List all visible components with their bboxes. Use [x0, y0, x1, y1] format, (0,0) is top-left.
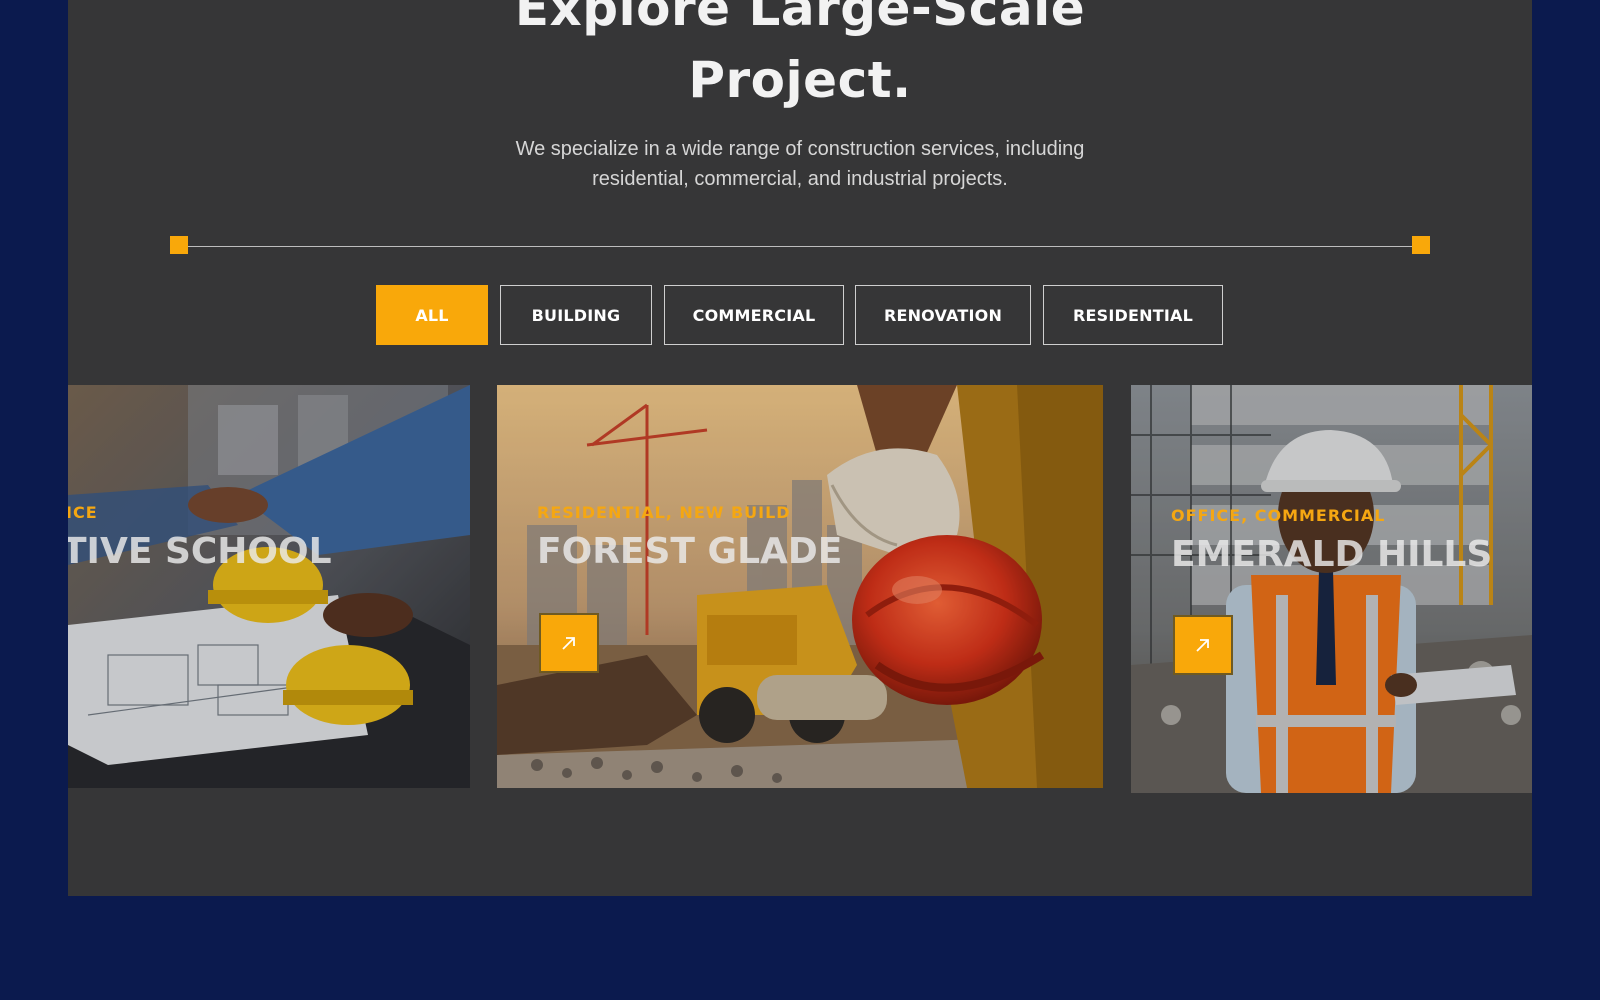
- section-subtitle: We specialize in a wide range of constru…: [68, 134, 1532, 194]
- project-category: OFFICE, COMMERCIAL: [1171, 506, 1386, 525]
- subtitle-line-2: residential, commercial, and industrial …: [592, 168, 1008, 190]
- filter-residential[interactable]: RESIDENTIAL: [1043, 285, 1223, 345]
- divider-line: [178, 246, 1422, 247]
- project-title: EMERALD HILLS: [1171, 534, 1493, 575]
- filter-all[interactable]: ALL: [376, 285, 488, 345]
- project-category: RESIDENTIAL, NEW BUILD: [537, 503, 791, 522]
- filter-renovation[interactable]: RENOVATION: [855, 285, 1031, 345]
- arrow-up-right-icon: [562, 637, 575, 650]
- projects-section: Explore Large-Scale Project. We speciali…: [68, 0, 1532, 896]
- divider-square-left: [170, 236, 188, 254]
- headline-line-1: Explore Large-Scale: [514, 0, 1086, 37]
- section-headline: Explore Large-Scale Project.: [68, 0, 1532, 116]
- project-link-button[interactable]: [1173, 615, 1233, 675]
- arrow-up-right-icon: [1196, 639, 1209, 652]
- headline-line-2: Project.: [688, 51, 912, 109]
- project-title: FOREST GLADE: [537, 531, 843, 572]
- project-category: ICE: [68, 503, 98, 522]
- project-card[interactable]: RESIDENTIAL, NEW BUILD FOREST GLADE: [497, 385, 1103, 788]
- project-link-button[interactable]: [539, 613, 599, 673]
- filter-commercial[interactable]: COMMERCIAL: [664, 285, 844, 345]
- subtitle-line-1: We specialize in a wide range of constru…: [515, 138, 1085, 160]
- project-photo-handshake: [68, 385, 470, 788]
- project-photo-engineer-site: [1131, 385, 1532, 793]
- filter-building[interactable]: BUILDING: [500, 285, 652, 345]
- project-title: TIVE SCHOOL: [68, 531, 332, 572]
- section-divider: [170, 236, 1430, 254]
- project-photo-worker-helmet: [497, 385, 1103, 788]
- project-filter-tabs: ALL BUILDING COMMERCIAL RENOVATION RESID…: [68, 285, 1532, 345]
- project-card[interactable]: ICE TIVE SCHOOL: [68, 385, 470, 788]
- project-card[interactable]: OFFICE, COMMERCIAL EMERALD HILLS: [1131, 385, 1532, 793]
- divider-square-right: [1412, 236, 1430, 254]
